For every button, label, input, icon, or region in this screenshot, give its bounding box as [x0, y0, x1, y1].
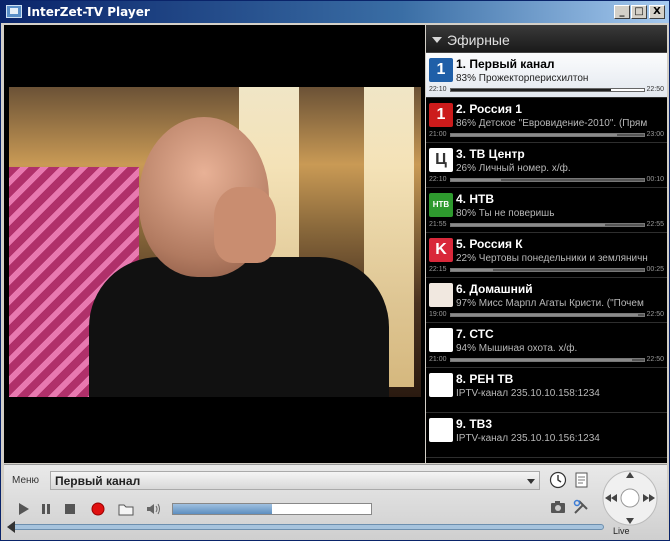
program-start-time: 22:15 [429, 266, 447, 273]
channel-logo-icon: K [429, 238, 453, 262]
program-end-time: 22:50 [646, 356, 664, 363]
channel-logo-icon: 1 [429, 103, 453, 127]
channel-logo-icon: НТВ [429, 193, 453, 217]
channel-item[interactable]: 7. СТС 94% Мышиная охота. х/ф. 21:00 22:50 [426, 323, 667, 368]
channel-program: 86% Детское "Евровидение-2010". (Прям [456, 118, 648, 129]
control-panel: Меню Первый канал Live [4, 464, 667, 540]
chevron-down-icon [432, 37, 442, 43]
channel-name: 4. НТВ [456, 192, 495, 206]
title-bar[interactable]: InterZet-TV Player _ □ X [1, 1, 669, 23]
channel-item[interactable]: 6. Домашний 97% Мисс Марпл Агаты Кристи. … [426, 278, 667, 323]
program-progress-bar [450, 313, 645, 317]
channel-program: 26% Личный номер. х/ф. [456, 163, 571, 174]
program-progress-fill [451, 179, 502, 181]
pause-icon[interactable] [37, 500, 55, 518]
player-window: InterZet-TV Player _ □ X Эфирные 1 1. Пер… [0, 0, 670, 541]
program-start-time: 19:00 [429, 311, 447, 318]
minimize-button[interactable]: _ [614, 5, 630, 19]
channel-name: 2. Россия 1 [456, 102, 522, 116]
channel-group-title: Эфирные [447, 32, 510, 48]
settings-tools-icon[interactable] [572, 498, 590, 516]
program-progress-fill [451, 89, 612, 91]
program-end-time: 22:50 [646, 86, 664, 93]
channel-list[interactable]: Эфирные 1 1. Первый канал 83% Прожекторпер… [426, 25, 667, 463]
volume-slider[interactable] [172, 503, 372, 515]
tv-app-icon [6, 5, 22, 18]
close-button[interactable]: X [649, 5, 665, 19]
channel-program: 97% Мисс Марпл Агаты Кристи. ("Почем [456, 298, 644, 309]
channel-program: IPTV-канал 235.10.10.158:1234 [456, 388, 600, 399]
live-label[interactable]: Live [613, 526, 630, 536]
speaker-icon[interactable] [144, 500, 162, 518]
document-icon[interactable] [572, 471, 590, 489]
maximize-button[interactable]: □ [631, 5, 647, 19]
channel-select-value: Первый канал [55, 474, 141, 488]
channel-logo-icon [429, 328, 453, 352]
channel-logo-icon [429, 418, 453, 442]
volume-fill [173, 504, 272, 514]
seek-bar[interactable] [7, 521, 604, 533]
program-start-time: 22:10 [429, 176, 447, 183]
seek-marker-icon[interactable] [7, 521, 15, 533]
channel-logo-icon [429, 283, 453, 307]
channel-item[interactable]: Ц 3. ТВ Центр 26% Личный номер. х/ф. 22:10 0… [426, 143, 667, 188]
channel-program: 80% Ты не поверишь [456, 208, 555, 219]
clock-icon[interactable] [549, 471, 567, 489]
program-progress-fill [451, 359, 633, 361]
channel-name: 7. СТС [456, 327, 494, 341]
program-end-time: 00:10 [646, 176, 664, 183]
play-icon[interactable] [14, 500, 32, 518]
navigation-pad[interactable] [602, 469, 658, 527]
channel-select[interactable]: Первый канал [50, 471, 540, 490]
channel-item[interactable]: K 5. Россия К 22% Чертовы понедельники и з… [426, 233, 667, 278]
program-progress-bar [450, 268, 645, 272]
program-progress-fill [451, 314, 639, 316]
channel-logo-icon: Ц [429, 148, 453, 172]
channel-item[interactable]: 1 1. Первый канал 83% Прожекторперисхилтон… [426, 53, 667, 98]
channel-name: 9. ТВ3 [456, 417, 493, 431]
camera-icon[interactable] [549, 498, 567, 516]
program-progress-bar [450, 88, 645, 92]
window-title: InterZet-TV Player [27, 5, 150, 19]
channel-item[interactable]: НТВ 4. НТВ 80% Ты не поверишь 21:55 22:55 [426, 188, 667, 233]
channel-program: 83% Прожекторперисхилтон [456, 73, 589, 84]
folder-icon[interactable] [117, 500, 135, 518]
program-progress-fill [451, 134, 617, 136]
record-icon[interactable] [89, 500, 107, 518]
program-progress-bar [450, 178, 645, 182]
program-start-time: 22:10 [429, 86, 447, 93]
program-progress-bar [450, 223, 645, 227]
channel-name: 5. Россия К [456, 237, 523, 251]
menu-button[interactable]: Меню [12, 475, 39, 486]
channel-logo-icon: 1 [429, 58, 453, 82]
channel-program: IPTV-канал 235.10.10.156:1234 [456, 433, 600, 444]
channel-item[interactable]: 8. РЕН ТВ IPTV-канал 235.10.10.158:1234 [426, 368, 667, 413]
video-frame-image [9, 87, 421, 397]
channel-group-header[interactable]: Эфирные [426, 25, 667, 53]
stop-icon[interactable] [61, 500, 79, 518]
program-start-time: 21:00 [429, 131, 447, 138]
channel-program: 22% Чертовы понедельники и земляничн [456, 253, 648, 264]
channel-name: 6. Домашний [456, 282, 533, 296]
channel-name: 3. ТВ Центр [456, 147, 525, 161]
channel-name: 8. РЕН ТВ [456, 372, 514, 386]
program-end-time: 00:25 [646, 266, 664, 273]
program-start-time: 21:55 [429, 221, 447, 228]
channel-item[interactable]: 9. ТВ3 IPTV-канал 235.10.10.156:1234 [426, 413, 667, 458]
program-end-time: 22:55 [646, 221, 664, 228]
channel-item[interactable]: 1 2. Россия 1 86% Детское "Евровидение-201… [426, 98, 667, 143]
channel-name: 1. Первый канал [456, 57, 555, 71]
program-end-time: 22:50 [646, 311, 664, 318]
program-progress-bar [450, 133, 645, 137]
program-progress-fill [451, 224, 606, 226]
program-end-time: 23:00 [646, 131, 664, 138]
program-progress-fill [451, 269, 494, 271]
channel-program: 94% Мышиная охота. х/ф. [456, 343, 578, 354]
program-start-time: 21:00 [429, 356, 447, 363]
video-area[interactable] [4, 25, 425, 463]
channel-logo-icon [429, 373, 453, 397]
program-progress-bar [450, 358, 645, 362]
dropdown-arrow-icon[interactable] [527, 479, 535, 484]
